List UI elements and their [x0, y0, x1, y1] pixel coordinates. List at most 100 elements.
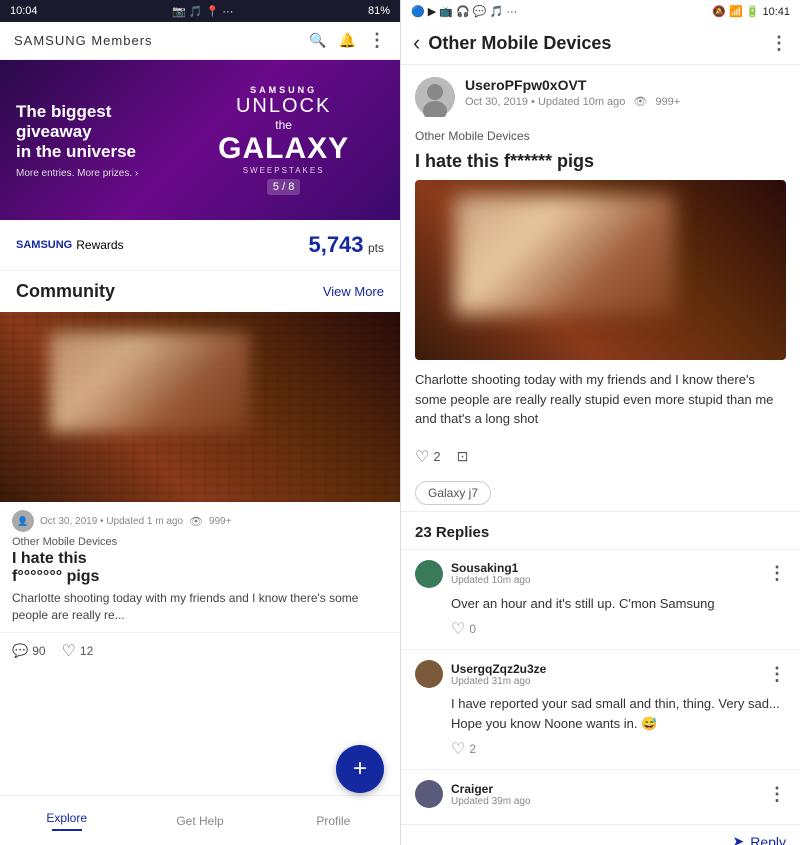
reply-body-2: I have reported your sad small and thin,…	[451, 694, 786, 733]
hero-line2: giveaway	[16, 122, 183, 142]
hero-sweepstakes: SWEEPSTAKES	[183, 166, 384, 175]
reply-bar: Reply	[401, 824, 800, 845]
hero-the: the	[183, 118, 384, 132]
reply-actions-2: 2	[451, 739, 786, 759]
hero-galaxy: GALAXY	[183, 132, 384, 166]
card-category: Other Mobile Devices	[12, 536, 388, 548]
reply-heart-1[interactable]	[451, 619, 465, 639]
search-icon[interactable]	[309, 32, 326, 50]
get-help-label: Get Help	[176, 814, 223, 828]
rewards-brand: SAMSUNG	[16, 239, 72, 251]
hero-more-entries[interactable]: More entries. More prizes. ›	[16, 168, 183, 179]
hero-line3: in the universe	[16, 142, 183, 162]
right-more-icon[interactable]	[770, 33, 788, 54]
reply-user-meta-2: UsergqZqz2u3ze Updated 31m ago	[451, 662, 546, 687]
card-eye-icon	[189, 515, 203, 528]
hero-banner[interactable]: The biggest giveaway in the universe Mor…	[0, 60, 400, 220]
post-title: I hate this f****** pigs	[401, 147, 800, 180]
hero-right: SAMSUNG UNLOCK the GALAXY SWEEPSTAKES 5 …	[183, 85, 384, 195]
hero-line1: The biggest	[16, 102, 183, 122]
status-battery-left: 81%	[368, 5, 390, 17]
post-timestamp: Oct 30, 2019 • Updated 10m ago 999+	[465, 95, 786, 108]
send-icon	[732, 833, 744, 845]
rewards-pts: pts	[368, 241, 384, 255]
right-panel: 🔵 ▶ 📺 🎧 💬 🎵 ··· 🔕 📶 🔋 10:41 Other Mobile…	[400, 0, 800, 845]
reply-timestamp-3: Updated 39m ago	[451, 796, 531, 807]
logo-brand: SAMSUNG Members	[14, 33, 153, 48]
right-top-nav: Other Mobile Devices	[401, 22, 800, 65]
reply-username-2: UsergqZqz2u3ze	[451, 662, 546, 676]
card-views: 999+	[209, 516, 232, 527]
status-right-end: 🔕 📶 🔋 10:41	[712, 5, 790, 18]
reply-actions-1: 0	[451, 619, 786, 639]
status-time-left: 10:04	[10, 5, 38, 17]
reply-user-meta-1: Sousaking1 Updated 10m ago	[451, 561, 531, 586]
reply-user-info-2: UsergqZqz2u3ze Updated 31m ago	[415, 660, 546, 688]
reply-user-info-1: Sousaking1 Updated 10m ago	[415, 560, 531, 588]
status-bar-right: 🔵 ▶ 📺 🎧 💬 🎵 ··· 🔕 📶 🔋 10:41	[401, 0, 800, 22]
top-nav-left: SAMSUNG Members	[0, 22, 400, 60]
post-likes: 2	[433, 449, 440, 464]
reply-header-2: UsergqZqz2u3ze Updated 31m ago	[415, 660, 786, 688]
status-bar-left: 10:04 📷 🎵 📍 ··· 81%	[0, 0, 400, 22]
reply-avatar-1	[415, 560, 443, 588]
card-image	[0, 312, 400, 502]
card-content: 👤 Oct 30, 2019 • Updated 1 m ago 999+ Ot…	[0, 502, 400, 632]
rewards-points-display: 5,743 pts	[308, 232, 384, 258]
bookmark-button[interactable]	[457, 448, 469, 465]
nav-explore[interactable]: Explore	[0, 811, 133, 831]
like-count: 12	[80, 644, 93, 658]
reply-more-2[interactable]	[768, 664, 786, 685]
comment-count: 90	[32, 644, 45, 658]
replies-header: 23 Replies	[401, 511, 800, 549]
reply-username-1: Sousaking1	[451, 561, 531, 575]
card-title: I hate this f°°°°°°° pigs	[12, 550, 388, 586]
nav-get-help[interactable]: Get Help	[133, 814, 266, 828]
view-more-link[interactable]: View More	[323, 284, 384, 299]
explore-label: Explore	[46, 811, 87, 825]
like-button[interactable]: 2	[415, 447, 441, 467]
nav-profile[interactable]: Profile	[267, 814, 400, 828]
nav-icons	[309, 30, 386, 51]
reply-user-meta-3: Craiger Updated 39m ago	[451, 782, 531, 807]
card-description: Charlotte shooting today with my friends…	[12, 590, 388, 624]
more-icon[interactable]	[368, 30, 386, 51]
reply-button[interactable]: Reply	[732, 833, 786, 845]
status-icons-right: 🔵 ▶ 📺 🎧 💬 🎵 ···	[411, 5, 517, 18]
card-meta: 👤 Oct 30, 2019 • Updated 1 m ago 999+	[12, 510, 388, 532]
profile-label: Profile	[316, 814, 350, 828]
card-meta-date: Oct 30, 2019 • Updated 1 m ago	[40, 516, 183, 527]
galaxy-tag[interactable]: Galaxy j7	[415, 481, 491, 505]
rewards-label: SAMSUNG Rewards	[16, 238, 124, 252]
community-header: Community View More	[0, 271, 400, 312]
rewards-bar[interactable]: SAMSUNG Rewards 5,743 pts	[0, 220, 400, 271]
back-button[interactable]	[413, 30, 420, 56]
reply-timestamp-2: Updated 31m ago	[451, 676, 546, 687]
post-username: UseroPFpw0xOVT	[465, 77, 786, 93]
card-footer: 90 12	[0, 632, 400, 669]
bell-icon[interactable]	[339, 32, 356, 50]
reply-header-1: Sousaking1 Updated 10m ago	[415, 560, 786, 588]
post-avatar	[415, 77, 455, 117]
post-image-blur	[455, 195, 675, 315]
fab-button[interactable]: +	[336, 745, 384, 793]
heart-icon	[62, 641, 76, 661]
reply-more-3[interactable]	[768, 784, 786, 805]
reply-username-3: Craiger	[451, 782, 531, 796]
samsung-members-logo: SAMSUNG Members	[14, 32, 153, 50]
reply-more-1[interactable]	[768, 563, 786, 584]
rewards-points: 5,743	[308, 232, 363, 257]
reply-item-2: UsergqZqz2u3ze Updated 31m ago I have re…	[401, 649, 800, 769]
reply-body-1: Over an hour and it's still up. C'mon Sa…	[451, 594, 786, 614]
hero-text: The biggest giveaway in the universe Mor…	[16, 102, 183, 179]
hero-counter: 5 / 8	[267, 179, 300, 195]
post-header: UseroPFpw0xOVT Oct 30, 2019 • Updated 10…	[401, 65, 800, 125]
reply-heart-2[interactable]	[451, 739, 465, 759]
rewards-text: Rewards	[76, 238, 123, 252]
card-stat-comments: 90	[12, 643, 46, 659]
post-image	[415, 180, 786, 360]
status-icons-left: 📷 🎵 📍 ···	[172, 5, 233, 18]
card-avatar-small: 👤	[12, 510, 34, 532]
reply-likes-1: 0	[469, 622, 476, 636]
right-content: UseroPFpw0xOVT Oct 30, 2019 • Updated 10…	[401, 65, 800, 845]
